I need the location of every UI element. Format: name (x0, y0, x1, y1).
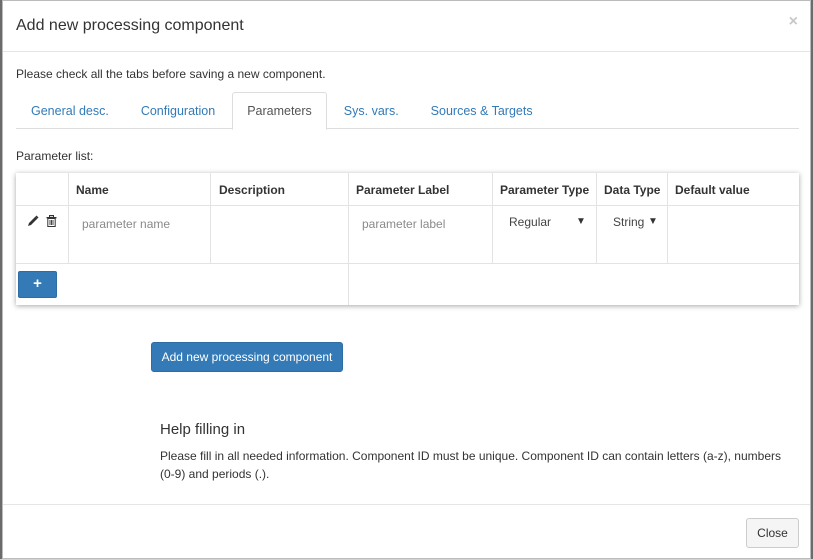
modal-header: Add new processing component × (3, 1, 810, 52)
data-type-select[interactable]: String (613, 215, 644, 229)
tab-bar: General desc. Configuration Parameters S… (16, 92, 799, 130)
chevron-down-icon: ▼ (576, 216, 586, 227)
modal-dialog: Add new processing component × Please ch… (2, 0, 811, 559)
header-description: Description (219, 183, 286, 197)
parameter-label-input[interactable]: parameter label (362, 217, 445, 231)
column-divider (348, 173, 349, 305)
help-title: Help filling in (160, 421, 246, 438)
close-button[interactable]: Close (746, 518, 799, 548)
intro-text: Please check all the tabs before saving … (16, 67, 326, 81)
chevron-down-icon: ▼ (648, 216, 658, 227)
column-divider (210, 173, 211, 263)
tab-sys-vars[interactable]: Sys. vars. (329, 92, 414, 129)
add-processing-component-button[interactable]: Add new processing component (151, 342, 343, 372)
pencil-icon[interactable] (27, 215, 39, 227)
column-divider (667, 173, 668, 263)
trash-icon[interactable] (46, 215, 57, 227)
description-input[interactable] (214, 209, 344, 259)
parameter-name-input[interactable]: parameter name (82, 217, 170, 231)
parameter-list-label: Parameter list: (16, 149, 94, 163)
help-text: Please fill in all needed information. C… (160, 449, 781, 481)
tab-general-desc[interactable]: General desc. (16, 92, 124, 129)
column-divider (492, 173, 493, 263)
tab-configuration[interactable]: Configuration (126, 92, 230, 129)
tab-parameters[interactable]: Parameters (232, 92, 327, 130)
header-default-value: Default value (675, 183, 750, 197)
header-parameter-type: Parameter Type (500, 183, 590, 197)
header-divider (16, 205, 799, 206)
column-divider (596, 173, 597, 263)
parameter-table: Name Description Parameter Label Paramet… (16, 173, 799, 305)
footer-divider (3, 504, 810, 505)
modal-title: Add new processing component (16, 17, 244, 34)
tab-sources-targets[interactable]: Sources & Targets (416, 92, 548, 129)
header-data-type: Data Type (604, 183, 661, 197)
add-parameter-button[interactable]: + (18, 271, 57, 298)
parameter-type-select[interactable]: Regular (509, 215, 551, 229)
header-name: Name (76, 183, 109, 197)
header-parameter-label: Parameter Label (356, 183, 450, 197)
column-divider (68, 173, 69, 263)
default-value-input[interactable] (671, 209, 795, 259)
row-divider (16, 263, 799, 264)
close-icon[interactable]: × (789, 13, 798, 31)
